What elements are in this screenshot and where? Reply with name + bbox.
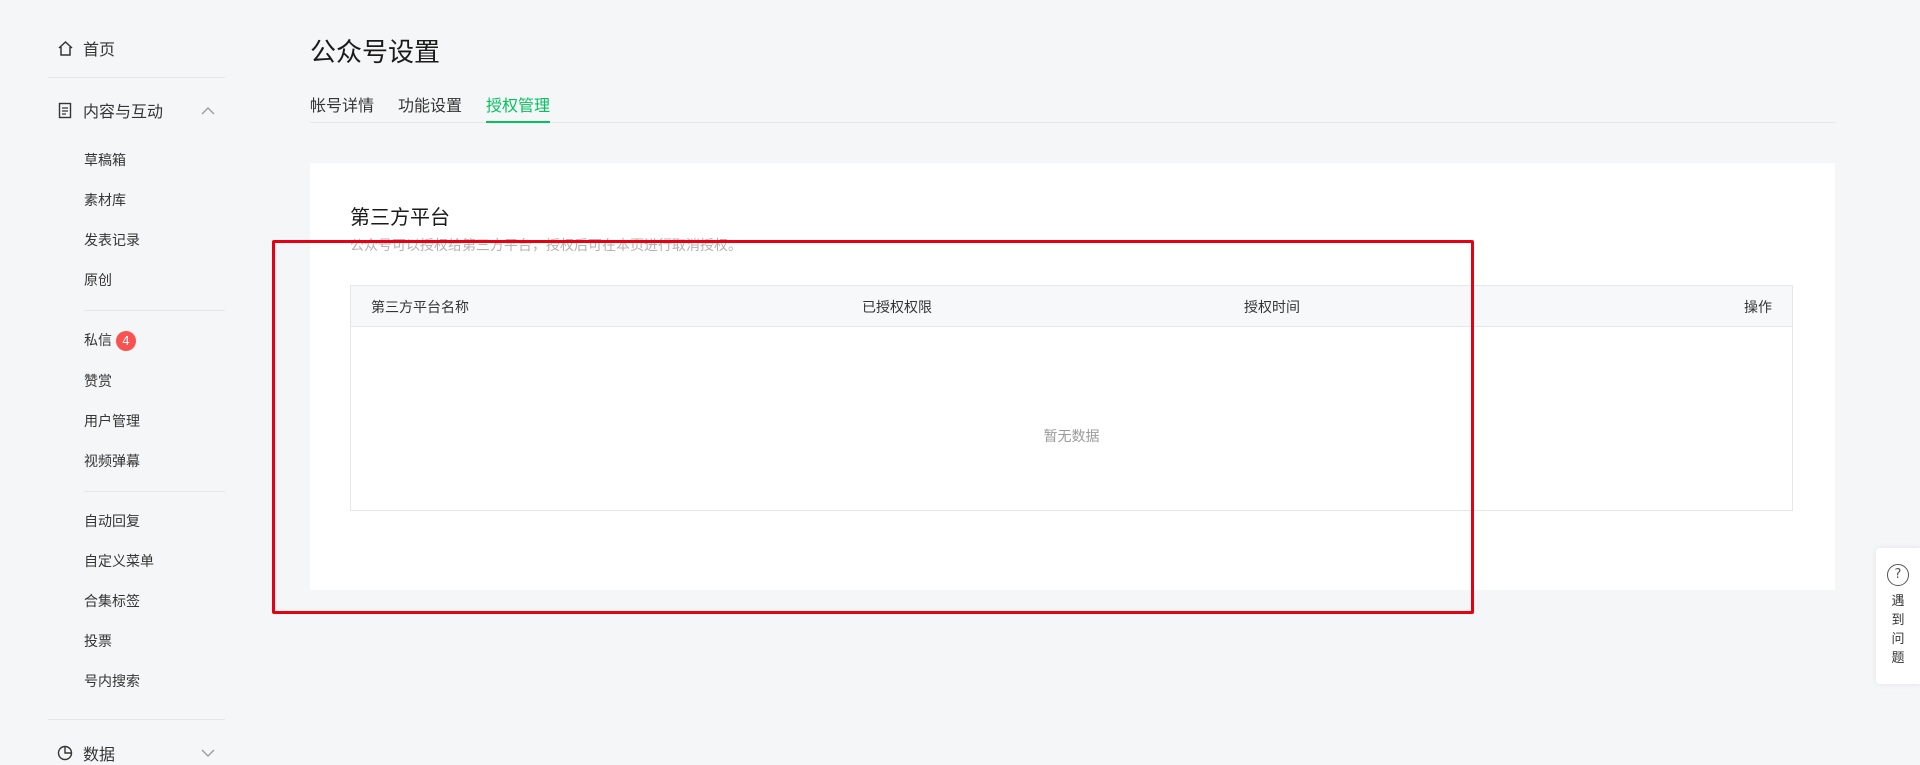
document-icon bbox=[56, 101, 74, 119]
sidebar-item-messages[interactable]: 私信 4 bbox=[84, 330, 136, 351]
chevron-up-icon bbox=[201, 100, 215, 119]
sidebar-item-messages-label: 私信 bbox=[84, 333, 112, 349]
column-auth-time: 授权时间 bbox=[1244, 300, 1300, 316]
table-header: 第三方平台名称 已授权权限 授权时间 操作 bbox=[351, 286, 1792, 327]
third-party-card: 第三方平台 公众号可以授权给第三方平台，授权后可在本页进行取消授权。 第三方平台… bbox=[310, 163, 1835, 590]
home-icon bbox=[56, 39, 74, 57]
sidebar-item-materials[interactable]: 素材库 bbox=[84, 190, 126, 210]
divider bbox=[48, 719, 225, 720]
column-permissions: 已授权权限 bbox=[862, 300, 932, 316]
sidebar: 首页 内容与互动 草稿箱 素材库 发表记录 原创 私信 4 赞赏 用户管理 视频弹… bbox=[0, 0, 240, 765]
nav-data-label: 数据 bbox=[83, 745, 116, 764]
unread-badge: 4 bbox=[116, 331, 136, 351]
sidebar-item-collection-tags[interactable]: 合集标签 bbox=[84, 591, 140, 611]
pie-chart-icon bbox=[56, 744, 74, 762]
section-title: 第三方平台 bbox=[350, 205, 450, 229]
column-actions: 操作 bbox=[1744, 300, 1772, 316]
sidebar-item-original[interactable]: 原创 bbox=[84, 270, 112, 290]
nav-content-group[interactable]: 内容与互动 bbox=[56, 98, 236, 122]
empty-state: 暂无数据 bbox=[1043, 429, 1100, 445]
divider bbox=[84, 310, 225, 311]
authorization-table: 第三方平台名称 已授权权限 授权时间 操作 暂无数据 bbox=[350, 285, 1793, 511]
tab-bar: 帐号详情 功能设置 授权管理 bbox=[310, 92, 1835, 123]
sidebar-item-rewards[interactable]: 赞赏 bbox=[84, 371, 112, 391]
sidebar-item-video-danmaku[interactable]: 视频弹幕 bbox=[84, 451, 140, 471]
nav-content-label: 内容与互动 bbox=[83, 102, 164, 121]
question-icon: ? bbox=[1887, 564, 1909, 586]
sidebar-item-vote[interactable]: 投票 bbox=[84, 631, 112, 651]
nav-home[interactable]: 首页 bbox=[56, 36, 115, 60]
column-platform-name: 第三方平台名称 bbox=[371, 300, 469, 316]
tab-account-details[interactable]: 帐号详情 bbox=[310, 92, 374, 121]
chevron-down-icon bbox=[201, 743, 215, 762]
sidebar-item-custom-menu[interactable]: 自定义菜单 bbox=[84, 551, 154, 571]
tab-feature-settings[interactable]: 功能设置 bbox=[398, 92, 462, 121]
nav-data-group[interactable]: 数据 bbox=[56, 741, 236, 765]
sidebar-item-in-account-search[interactable]: 号内搜索 bbox=[84, 671, 140, 691]
help-button[interactable]: ? 遇到问题 bbox=[1876, 548, 1920, 684]
page-title: 公众号设置 bbox=[310, 38, 441, 68]
help-label: 遇到问题 bbox=[1891, 594, 1905, 666]
sidebar-item-drafts[interactable]: 草稿箱 bbox=[84, 150, 126, 170]
divider bbox=[48, 77, 225, 78]
divider bbox=[84, 491, 225, 492]
sidebar-item-publish-records[interactable]: 发表记录 bbox=[84, 230, 140, 250]
tab-authorization-management[interactable]: 授权管理 bbox=[486, 92, 551, 123]
sidebar-item-auto-reply[interactable]: 自动回复 bbox=[84, 511, 140, 531]
section-description: 公众号可以授权给第三方平台，授权后可在本页进行取消授权。 bbox=[350, 238, 742, 254]
sidebar-item-users[interactable]: 用户管理 bbox=[84, 411, 140, 431]
nav-home-label: 首页 bbox=[83, 40, 116, 59]
